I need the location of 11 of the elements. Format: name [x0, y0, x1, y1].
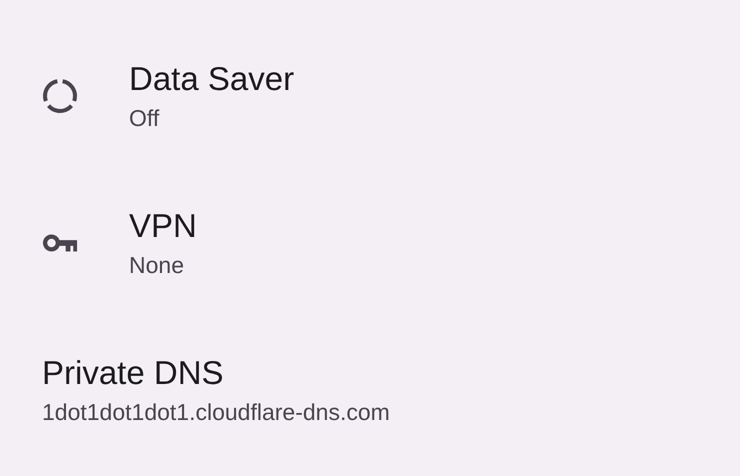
setting-item[interactable]: Private DNS 1dot1dot1dot1.cloudflare-dns.com [0, 316, 740, 463]
setting-title: Private DNS [42, 352, 225, 392]
setting-item[interactable]: Data Saver Off [0, 22, 740, 169]
setting-title: VPN [129, 206, 197, 246]
setting-item[interactable]: VPN None [0, 169, 740, 316]
key-icon [42, 232, 78, 252]
setting-summary: Off [129, 104, 160, 132]
setting-summary: 1dot1dot1dot1.cloudflare-dns.com [42, 398, 390, 426]
data-saver-icon [42, 78, 78, 114]
setting-summary: None [129, 250, 185, 280]
setting-title: Data Saver [129, 58, 294, 98]
